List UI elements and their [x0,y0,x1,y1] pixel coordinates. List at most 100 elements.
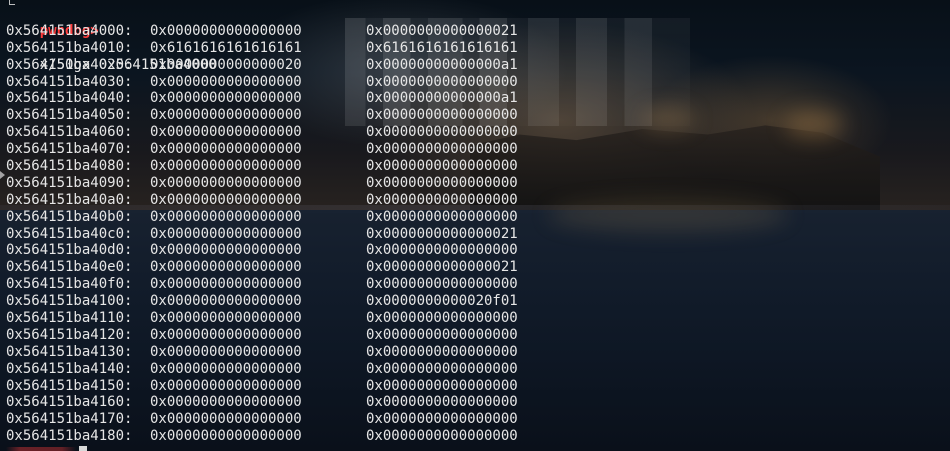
memory-word-1: 0x0000000000000000 [150,191,302,208]
scroll-marker-icon [0,171,5,179]
memory-word-1: 0x0000000000000000 [150,242,302,259]
memory-address: 0x564151ba4070: [6,141,133,158]
memory-word-2: 0x0000000000000000 [366,208,518,225]
memory-word-1: 0x0000000000000000 [150,158,302,175]
memory-word-1: 0x0000000000000000 [150,276,302,293]
memory-row: 0x564151ba40c0: 0x0000000000000000 0x00000… [6,226,950,243]
memory-address: 0x564151ba4030: [6,73,133,90]
memory-row: 0x564151ba40a0: 0x0000000000000000 0x00000… [6,192,950,209]
memory-word-1: 0x0000000000000000 [150,310,302,327]
memory-row: 0x564151ba4020: 0x0000000000000020 0x00000… [6,57,950,74]
memory-word-2: 0x0000000000000000 [366,360,518,377]
memory-word-2: 0x00000000000000a1 [366,56,518,73]
memory-row: 0x564151ba4150: 0x0000000000000000 0x00000… [6,378,950,395]
memory-word-2: 0x0000000000000000 [366,242,518,259]
memory-word-1: 0x0000000000000000 [150,428,302,445]
memory-address: 0x564151ba40b0: [6,208,133,225]
memory-row: 0x564151ba4010: 0x6161616161616161 0x61616… [6,40,950,57]
memory-word-1: 0x0000000000000000 [150,326,302,343]
memory-address: 0x564151ba4050: [6,107,133,124]
memory-word-2: 0x0000000000000000 [366,141,518,158]
memory-row: 0x564151ba4130: 0x0000000000000000 0x00000… [6,344,950,361]
next-prompt-row[interactable] [6,445,126,451]
terminal-window[interactable]: pwndbg> x/50gx 0x564151ba4000 0x564151ba… [0,0,950,451]
next-prompt-fragment [6,447,76,451]
memory-address: 0x564151ba40a0: [6,191,133,208]
memory-address: 0x564151ba4170: [6,411,133,428]
memory-word-2: 0x0000000000000000 [366,107,518,124]
memory-row: 0x564151ba4140: 0x0000000000000000 0x00000… [6,361,950,378]
memory-word-2: 0x0000000000000021 [366,259,518,276]
memory-row: 0x564151ba4060: 0x0000000000000000 0x00000… [6,124,950,141]
memory-row: 0x564151ba4030: 0x0000000000000000 0x00000… [6,74,950,91]
memory-word-1: 0x0000000000000000 [150,73,302,90]
memory-word-1: 0x6161616161616161 [150,39,302,56]
memory-row: 0x564151ba40d0: 0x0000000000000000 0x00000… [6,242,950,259]
text-cursor [79,446,87,451]
memory-row: 0x564151ba4180: 0x0000000000000000 0x00000… [6,428,950,445]
memory-address: 0x564151ba4110: [6,310,133,327]
memory-word-2: 0x0000000000000000 [366,377,518,394]
memory-address: 0x564151ba40d0: [6,242,133,259]
memory-address: 0x564151ba4040: [6,90,133,107]
previous-output-fragment [6,0,950,6]
memory-word-2: 0x0000000000000000 [366,73,518,90]
memory-word-2: 0x00000000000000a1 [366,90,518,107]
memory-word-1: 0x0000000000000000 [150,22,302,39]
memory-address: 0x564151ba4140: [6,360,133,377]
memory-word-1: 0x0000000000000000 [150,259,302,276]
memory-word-1: 0x0000000000000000 [150,107,302,124]
memory-address: 0x564151ba40e0: [6,259,133,276]
memory-address: 0x564151ba4080: [6,158,133,175]
memory-word-1: 0x0000000000000000 [150,293,302,310]
memory-word-2: 0x0000000000000000 [366,124,518,141]
memory-row: 0x564151ba4110: 0x0000000000000000 0x00000… [6,310,950,327]
memory-address: 0x564151ba4150: [6,377,133,394]
memory-word-1: 0x0000000000000000 [150,141,302,158]
memory-word-1: 0x0000000000000000 [150,411,302,428]
memory-word-1: 0x0000000000000020 [150,56,302,73]
memory-row: 0x564151ba4000: 0x0000000000000000 0x00000… [6,23,950,40]
memory-row: 0x564151ba4170: 0x0000000000000000 0x00000… [6,411,950,428]
memory-address: 0x564151ba40f0: [6,276,133,293]
memory-row: 0x564151ba4070: 0x0000000000000000 0x00000… [6,141,950,158]
memory-address: 0x564151ba40c0: [6,225,133,242]
memory-row: 0x564151ba4080: 0x0000000000000000 0x00000… [6,158,950,175]
memory-address: 0x564151ba4060: [6,124,133,141]
memory-row: 0x564151ba4160: 0x0000000000000000 0x00000… [6,394,950,411]
memory-word-1: 0x0000000000000000 [150,174,302,191]
memory-word-2: 0x0000000000000021 [366,225,518,242]
memory-address: 0x564151ba4090: [6,174,133,191]
memory-word-2: 0x0000000000000000 [366,310,518,327]
memory-word-2: 0x0000000000000000 [366,191,518,208]
memory-word-1: 0x0000000000000000 [150,90,302,107]
memory-row: 0x564151ba40f0: 0x0000000000000000 0x00000… [6,276,950,293]
memory-word-1: 0x0000000000000000 [150,343,302,360]
memory-address: 0x564151ba4180: [6,428,133,445]
memory-row: 0x564151ba4050: 0x0000000000000000 0x00000… [6,107,950,124]
memory-word-1: 0x0000000000000000 [150,208,302,225]
memory-word-2: 0x0000000000000000 [366,174,518,191]
memory-word-1: 0x0000000000000000 [150,377,302,394]
memory-row: 0x564151ba40b0: 0x0000000000000000 0x00000… [6,209,950,226]
memory-address: 0x564151ba4130: [6,343,133,360]
memory-row: 0x564151ba4120: 0x0000000000000000 0x00000… [6,327,950,344]
memory-word-2: 0x0000000000000000 [366,158,518,175]
memory-row: 0x564151ba4040: 0x0000000000000000 0x00000… [6,90,950,107]
memory-address: 0x564151ba4100: [6,293,133,310]
memory-dump: 0x564151ba4000: 0x0000000000000000 0x00000… [6,23,950,445]
memory-word-1: 0x0000000000000000 [150,360,302,377]
memory-word-2: 0x0000000000000000 [366,326,518,343]
memory-word-2: 0x0000000000020f01 [366,293,518,310]
memory-word-2: 0x0000000000000021 [366,22,518,39]
memory-row: 0x564151ba40e0: 0x0000000000000000 0x00000… [6,259,950,276]
memory-word-2: 0x0000000000000000 [366,343,518,360]
memory-address: 0x564151ba4000: [6,22,133,39]
memory-address: 0x564151ba4160: [6,394,133,411]
memory-word-2: 0x0000000000000000 [366,411,518,428]
command-line[interactable]: pwndbg> x/50gx 0x564151ba4000 [6,6,950,73]
memory-word-2: 0x6161616161616161 [366,39,518,56]
memory-word-2: 0x0000000000000000 [366,276,518,293]
memory-word-1: 0x0000000000000000 [150,225,302,242]
memory-address: 0x564151ba4020: [6,56,133,73]
